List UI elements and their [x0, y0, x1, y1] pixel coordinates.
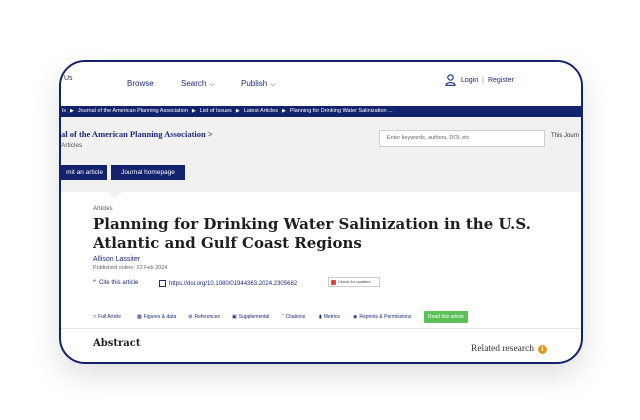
triangle-right-icon: ▶ [282, 108, 286, 114]
site-logo[interactable]: Us [64, 75, 73, 82]
journal-header: al of the American Planning Association … [61, 117, 581, 192]
cite-button[interactable]: “Cite this article [93, 280, 138, 286]
search-scope-select[interactable]: This Journ [551, 133, 579, 139]
chart-icon: ▩ [137, 314, 142, 320]
journal-title[interactable]: al of the American Planning Association … [61, 129, 213, 139]
nav-search[interactable]: Search ⌵ [181, 79, 215, 89]
register-link[interactable]: Register [488, 77, 514, 84]
breadcrumb-item[interactable]: ls [62, 108, 66, 114]
references-icon: ⚙ [188, 314, 193, 320]
chevron-down-icon: ⌵ [209, 81, 215, 88]
top-nav: Us Browse Search ⌵ Publish ⌵ Login | Regis… [61, 62, 581, 104]
login-link[interactable]: Login [461, 77, 478, 84]
document-icon: □ [93, 314, 97, 320]
supplemental-icon: ▣ [232, 314, 237, 320]
breadcrumb-current: Planning for Drinking Water Salinization… [289, 108, 393, 114]
metrics-icon: ▮ [319, 314, 322, 320]
related-research-label: Related research [471, 344, 535, 354]
quote-icon: “ [282, 314, 284, 320]
divider [61, 328, 581, 329]
login-separator: | [482, 76, 484, 84]
crossmark-icon [331, 279, 336, 285]
author-link[interactable]: Allison Lassiter [93, 256, 140, 263]
tab-figures-data[interactable]: ▩ Figures & data [137, 314, 176, 320]
info-icon[interactable]: i [538, 344, 548, 354]
journal-homepage-button[interactable]: Journal homepage [111, 165, 185, 180]
published-date: Published online: 22 Feb 2024 [93, 265, 168, 271]
abstract-heading: Abstract [93, 338, 141, 349]
tab-metrics[interactable]: ▮ Metrics [319, 314, 340, 320]
reprints-icon: ◉ [353, 314, 358, 320]
tab-references[interactable]: ⚙ References [188, 314, 220, 320]
article-title: Planning for Drinking Water Salinization… [93, 215, 531, 252]
article-type: Articles [93, 206, 113, 212]
journal-subtitle: Articles [61, 142, 83, 149]
browser-frame: Us Browse Search ⌵ Publish ⌵ Login | Regis… [59, 60, 583, 364]
triangle-right-icon: ▶ [235, 108, 240, 114]
search-input[interactable]: Enter keywords, authors, DOI, etc [379, 130, 545, 147]
breadcrumb-item[interactable]: Latest Articles [244, 108, 278, 114]
related-research[interactable]: Related research i [471, 344, 548, 354]
read-article-button[interactable]: Read this article [424, 311, 468, 323]
login-register: Login | Register [445, 74, 514, 86]
breadcrumb: ls ▶ Journal of the American Planning Asso… [61, 106, 581, 117]
nav-browse[interactable]: Browse [127, 79, 154, 88]
triangle-right-icon: ▶ [191, 108, 196, 114]
check-updates-button[interactable]: Check for updates [328, 277, 380, 287]
submit-article-button[interactable]: mit an article [61, 165, 107, 180]
chevron-down-icon: ⌵ [270, 81, 276, 88]
link-icon [159, 280, 166, 287]
doi-link[interactable]: https://doi.org/10.1080/01944363.2024.23… [159, 280, 297, 287]
breadcrumb-item[interactable]: Journal of the American Planning Associa… [78, 108, 188, 114]
quote-icon: “ [93, 280, 96, 286]
triangle-right-icon: ▶ [69, 108, 74, 114]
tab-full-article[interactable]: □ Full Article [93, 314, 121, 320]
nav-publish[interactable]: Publish ⌵ [241, 79, 276, 89]
header-notch [108, 192, 122, 199]
tab-reprints[interactable]: ◉ Reprints & Permissions [353, 314, 411, 320]
user-icon [445, 74, 456, 86]
tab-citations[interactable]: “Citations [282, 314, 305, 320]
tab-supplemental[interactable]: ▣ Supplemental [232, 314, 269, 320]
breadcrumb-item[interactable]: List of Issues [200, 108, 232, 114]
